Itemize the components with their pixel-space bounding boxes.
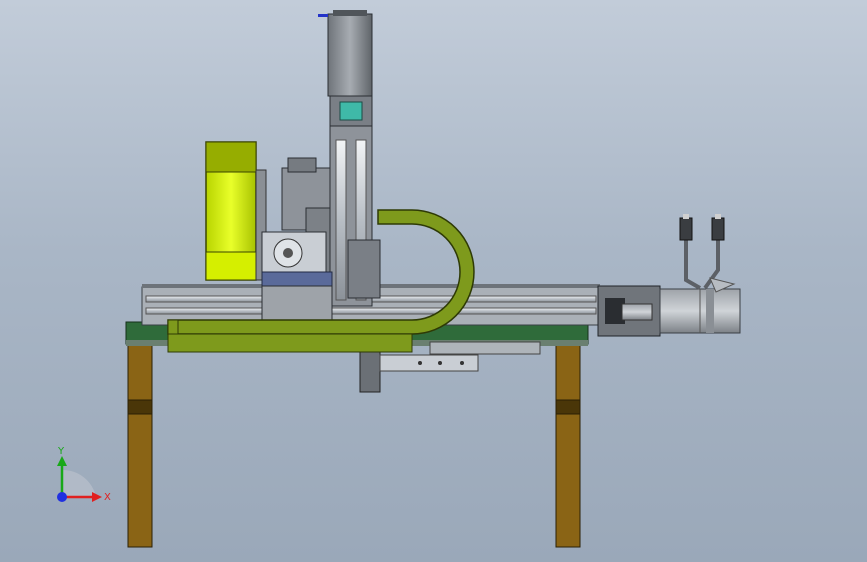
- rotary-table: [261, 231, 327, 275]
- z-axis-servo-motor: [318, 10, 373, 97]
- motor-cables: [684, 240, 736, 293]
- cad-viewport[interactable]: Y X: [0, 0, 867, 562]
- x-axis-servo-motor: [597, 285, 741, 337]
- cable-connector-icon: [711, 214, 725, 241]
- support-leg-left: [127, 344, 153, 548]
- support-leg-right: [555, 344, 581, 548]
- x-axis-label: X: [104, 492, 111, 503]
- y-axis-label: Y: [57, 446, 65, 457]
- cable-connector-icon: [679, 214, 693, 241]
- gantry-assembly-model[interactable]: Y X: [0, 0, 867, 562]
- protective-hood: [205, 141, 267, 281]
- axis-triad-icon: Y X: [57, 446, 111, 503]
